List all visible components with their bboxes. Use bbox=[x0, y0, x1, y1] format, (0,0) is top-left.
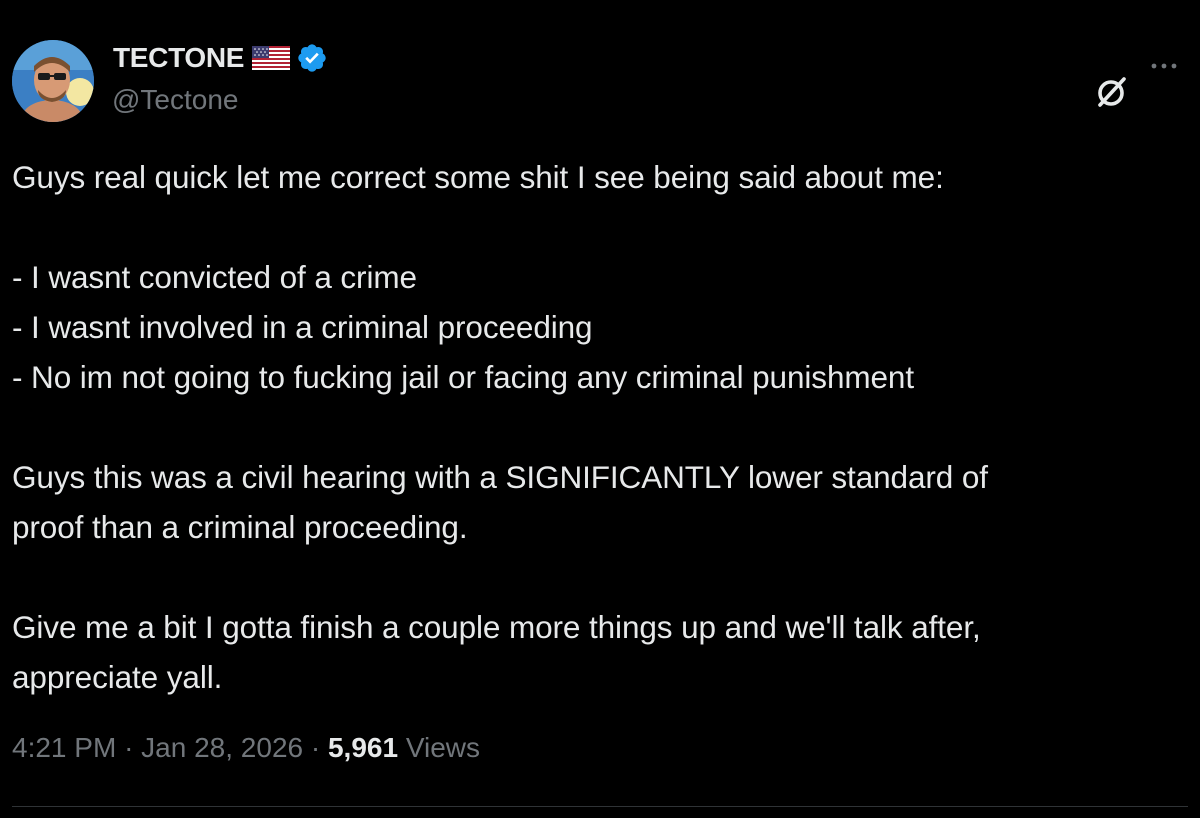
post-text-blank-line bbox=[12, 202, 1188, 252]
author-name-row[interactable]: TECTONE bbox=[113, 42, 328, 74]
post-date[interactable]: Jan 28, 2026 bbox=[141, 732, 303, 763]
post-text: Guys real quick let me correct some shit… bbox=[12, 152, 1188, 702]
author-display-name[interactable]: TECTONE bbox=[113, 42, 244, 74]
views-count: 5,961 bbox=[327, 732, 399, 763]
grok-icon[interactable] bbox=[1094, 74, 1130, 110]
post: TECTONE @Tectone Guys real quick let me … bbox=[0, 0, 1200, 818]
post-text-line: proof than a criminal proceeding. bbox=[12, 509, 468, 545]
more-icon[interactable] bbox=[1146, 56, 1182, 76]
us-flag-icon bbox=[252, 44, 291, 72]
meta-separator: · bbox=[310, 732, 328, 763]
post-text-blank-line bbox=[12, 402, 1188, 452]
post-time[interactable]: 4:21 PM bbox=[12, 732, 116, 763]
post-text-line: - I wasnt convicted of a crime bbox=[12, 259, 417, 295]
post-meta: 4:21 PM · Jan 28, 2026 · 5,961 Views bbox=[12, 732, 480, 764]
views-label: Views bbox=[405, 732, 481, 763]
post-text-line: appreciate yall. bbox=[12, 659, 223, 695]
post-text-line: Give me a bit I gotta finish a couple mo… bbox=[12, 609, 981, 645]
meta-separator: · bbox=[124, 732, 142, 763]
post-text-line: Guys real quick let me correct some shit… bbox=[12, 159, 944, 195]
post-text-blank-line bbox=[12, 552, 1188, 602]
author-handle[interactable]: @Tectone bbox=[112, 84, 239, 116]
divider bbox=[12, 806, 1188, 807]
verified-badge-icon[interactable] bbox=[296, 42, 328, 74]
post-text-line: Guys this was a civil hearing with a SIG… bbox=[12, 459, 988, 495]
post-text-line: - I wasnt involved in a criminal proceed… bbox=[12, 309, 593, 345]
avatar[interactable] bbox=[12, 40, 94, 122]
post-text-line: - No im not going to fucking jail or fac… bbox=[12, 359, 914, 395]
